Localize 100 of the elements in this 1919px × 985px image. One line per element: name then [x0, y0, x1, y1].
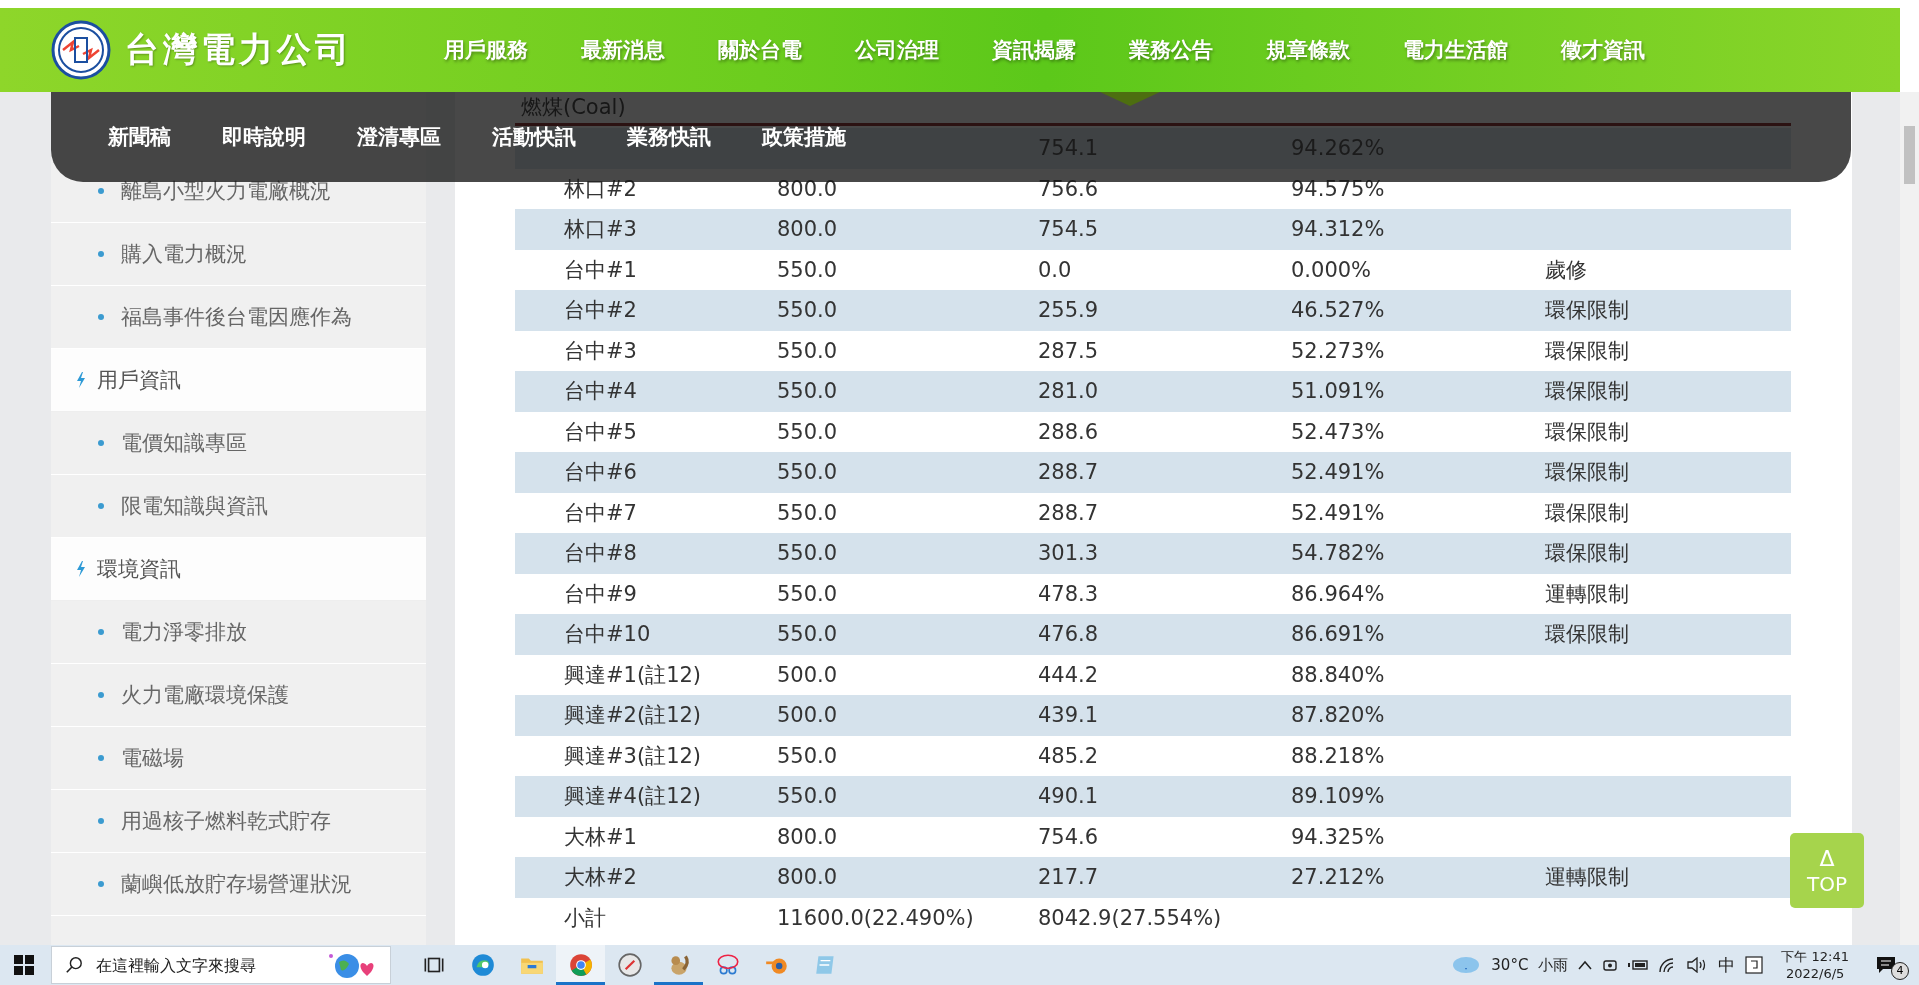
table-cell-text: 490.1 — [1038, 784, 1100, 809]
table-cell-text: 52.273% — [1291, 338, 1386, 363]
bullet-icon — [98, 251, 104, 257]
table-cell-text: 11600.0(22.490%) — [777, 905, 975, 930]
sidebar-heading[interactable]: 用戶資訊 — [51, 349, 426, 412]
table-cell-text: 環保限制 — [1545, 418, 1630, 446]
sidebar-item[interactable]: 蘭嶼低放貯存場營運狀況 — [51, 853, 426, 916]
table-cell-text: 800.0 — [777, 824, 839, 849]
table-cell-text: 485.2 — [1038, 743, 1100, 768]
table-cell-text: 550.0 — [777, 541, 839, 566]
table-cell-text: 52.491% — [1291, 500, 1386, 525]
table-cell-text: 500.0 — [777, 703, 839, 728]
submenu-link[interactable]: 即時說明 — [222, 123, 306, 151]
date-text: 2022/6/5 — [1786, 965, 1845, 982]
search-field[interactable]: 在這裡輸入文字來搜尋 — [51, 946, 391, 984]
notification-count-badge: 4 — [1891, 962, 1909, 980]
table-cell-text: 運轉限制 — [1545, 864, 1630, 892]
submenu-link[interactable]: 業務快訊 — [627, 123, 711, 151]
table-cell-text: 287.5 — [1038, 338, 1100, 363]
submenu-link[interactable]: 活動快訊 — [492, 123, 576, 151]
table-cell-text: 550.0 — [777, 743, 839, 768]
table-cell-text: 52.473% — [1291, 419, 1386, 444]
sidebar-item[interactable]: 電磁場 — [51, 727, 426, 790]
table-cell-text: 87.820% — [1291, 703, 1386, 728]
table-cell-text: 301.3 — [1038, 541, 1100, 566]
clock[interactable]: 下午 12:41 2022/6/5 — [1781, 948, 1849, 982]
table-cell-text: 林口#3 — [563, 216, 638, 244]
table-cell-text: 550.0 — [777, 581, 839, 606]
sidebar-item[interactable]: 用過核子燃料乾式貯存 — [51, 790, 426, 853]
table-cell-text: 550.0 — [777, 338, 839, 363]
table-cell-text: 550.0 — [777, 379, 839, 404]
table-cell-text: 台中#9 — [563, 580, 638, 608]
menu-pointer-icon — [1100, 92, 1160, 106]
bullet-icon — [98, 881, 104, 887]
table-cell-text: 0.000% — [1291, 257, 1373, 282]
input-method-text[interactable]: 中 — [1718, 953, 1736, 977]
compass-icon — [616, 952, 643, 978]
submenu-link[interactable]: 新聞稿 — [108, 123, 171, 151]
battery-icon[interactable] — [1628, 958, 1649, 972]
table-cell-text: 台中#5 — [563, 418, 638, 446]
sidebar-item[interactable]: 電力淨零排放 — [51, 601, 426, 664]
table-cell-text: 94.325% — [1291, 824, 1386, 849]
table-cell-text: 台中#2 — [563, 297, 638, 325]
table-cell-text: 台中#7 — [563, 499, 638, 527]
chrome-icon — [567, 952, 594, 978]
bullet-icon — [98, 503, 104, 509]
table-cell-text: 550.0 — [777, 500, 839, 525]
table-cell-text: 林口#2 — [563, 175, 638, 203]
lightning-icon — [76, 372, 86, 388]
table-cell-text: 台中#6 — [563, 459, 638, 487]
table-cell-text: 288.7 — [1038, 500, 1100, 525]
sidebar-heading[interactable]: 環境資訊 — [51, 538, 426, 601]
bullet-icon — [98, 440, 104, 446]
table-cell-text: 8042.9(27.554%) — [1038, 905, 1223, 930]
submenu-link[interactable]: 政策措施 — [762, 123, 846, 151]
time-text: 下午 12:41 — [1781, 948, 1849, 965]
table-cell-text: 環保限制 — [1545, 297, 1630, 325]
windows-start-icon[interactable] — [14, 955, 34, 975]
bullet-icon — [98, 818, 104, 824]
table-cell-text: 46.527% — [1291, 298, 1386, 323]
keyboard-layout-icon[interactable] — [1745, 956, 1764, 974]
scrollbar[interactable] — [1900, 92, 1919, 945]
table-cell-text: 550.0 — [777, 460, 839, 485]
table-cell-text: 環保限制 — [1545, 459, 1630, 487]
table-cell-text: 大林#1 — [563, 823, 638, 851]
table-cell-text: 94.312% — [1291, 217, 1386, 242]
bullet-icon — [98, 692, 104, 698]
chevron-up-icon[interactable] — [1578, 960, 1593, 970]
bullet-icon — [98, 755, 104, 761]
table-cell-text: 754.6 — [1038, 824, 1100, 849]
table-cell-text: 89.109% — [1291, 784, 1386, 809]
table-cell-text: 550.0 — [777, 622, 839, 647]
sidebar-item[interactable]: 火力電廠環境保護 — [51, 664, 426, 727]
table-cell-text: 台中#3 — [563, 337, 638, 365]
table-cell-text: 52.491% — [1291, 460, 1386, 485]
table-cell-text: 550.0 — [777, 419, 839, 444]
notification-icon[interactable] — [1875, 955, 1897, 975]
bullet-icon — [98, 629, 104, 635]
table-cell-text: 288.7 — [1038, 460, 1100, 485]
submenu-link[interactable]: 澄清專區 — [357, 123, 441, 151]
table-cell-text: 86.964% — [1291, 581, 1386, 606]
table-cell-text: 550.0 — [777, 784, 839, 809]
table-cell-text: 756.6 — [1038, 176, 1100, 201]
table-cell-text: 環保限制 — [1545, 499, 1630, 527]
sidebar-item[interactable]: 電價知識專區 — [51, 412, 426, 475]
logo-icon[interactable] — [51, 20, 111, 80]
weather-text[interactable]: 小雨 — [1538, 955, 1569, 975]
table-cell-text: 興達#2(註12) — [563, 702, 703, 730]
table-cell-text: 環保限制 — [1545, 621, 1630, 649]
table-cell-text: 台中#4 — [563, 378, 638, 406]
temperature-text[interactable]: 30°C — [1491, 956, 1529, 974]
table-cell-text: 大林#2 — [563, 864, 638, 892]
table-cell-text: 88.840% — [1291, 662, 1386, 687]
chrome-taskbar-button[interactable] — [556, 945, 605, 985]
table-cell-text: 興達#3(註12) — [563, 742, 703, 770]
table-cell-text: 台中#10 — [563, 621, 652, 649]
table-cell-text: 51.091% — [1291, 379, 1386, 404]
sidebar-item[interactable]: 購入電力概況 — [51, 223, 426, 286]
table-cell-text: 754.5 — [1038, 217, 1100, 242]
table-cell-text: 小計 — [563, 904, 607, 932]
